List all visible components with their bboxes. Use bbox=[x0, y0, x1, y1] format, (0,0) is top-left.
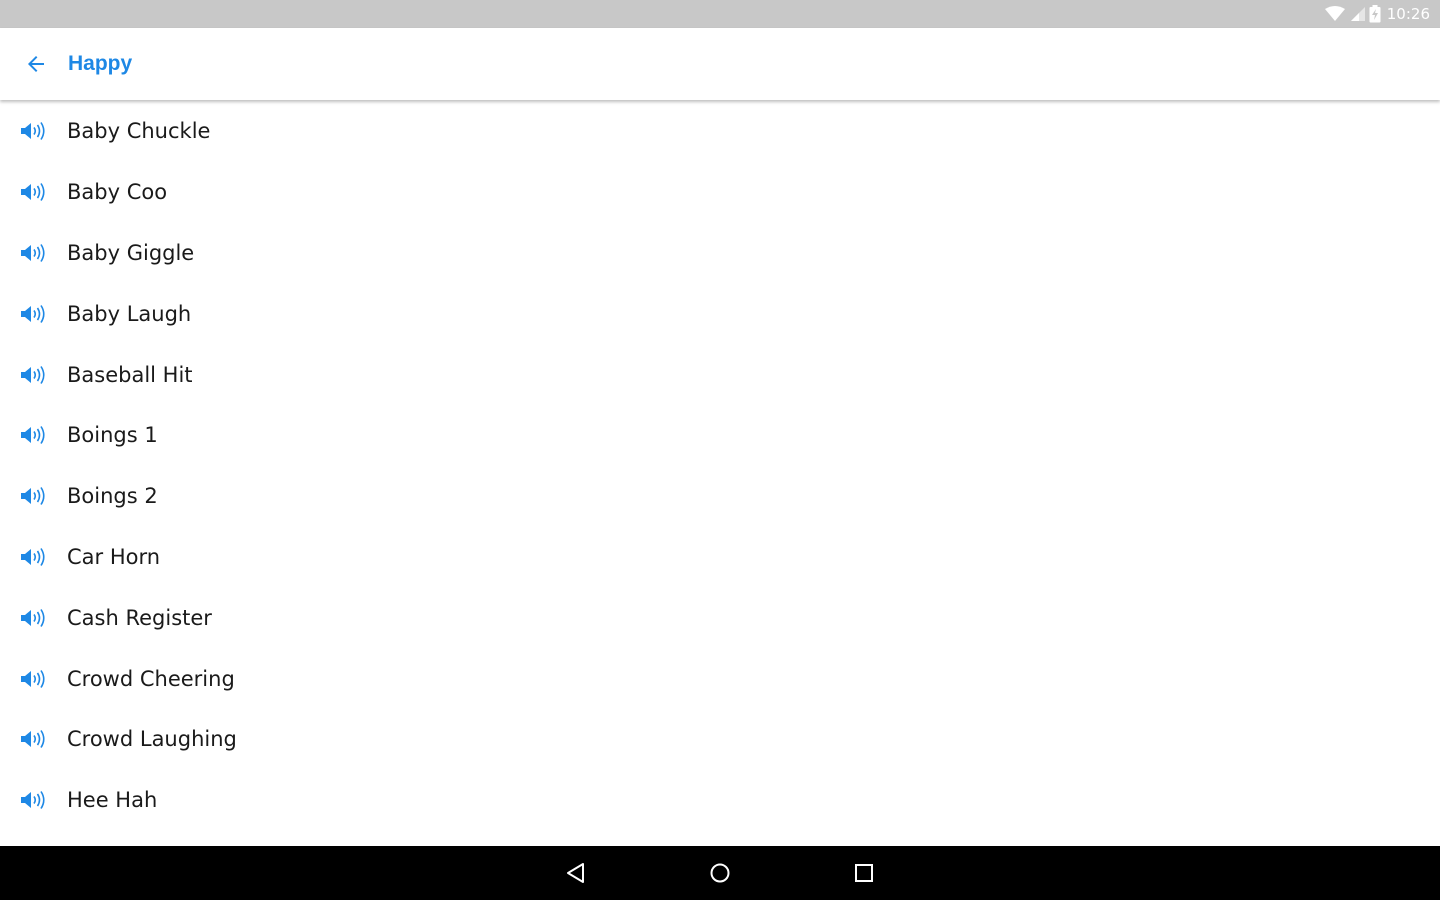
app-bar: Happy bbox=[0, 28, 1440, 100]
sound-label: Cash Register bbox=[67, 605, 212, 630]
signal-icon bbox=[1350, 7, 1365, 21]
sound-list-item[interactable]: Boings 2 bbox=[0, 466, 1440, 527]
speaker-icon[interactable] bbox=[20, 789, 50, 811]
sound-list-item[interactable]: Baby Coo bbox=[0, 162, 1440, 223]
sound-label: Crowd Laughing bbox=[67, 727, 237, 752]
speaker-icon[interactable] bbox=[20, 485, 50, 507]
status-icons bbox=[1324, 5, 1381, 23]
speaker-icon[interactable] bbox=[20, 120, 50, 142]
speaker-icon[interactable] bbox=[20, 546, 50, 568]
back-nav-icon bbox=[567, 863, 584, 883]
sound-list-item[interactable]: Boings 1 bbox=[0, 405, 1440, 466]
speaker-icon[interactable] bbox=[20, 181, 50, 203]
sound-list-item[interactable]: Baseball Hit bbox=[0, 344, 1440, 405]
sound-list-item[interactable]: Cash Register bbox=[0, 587, 1440, 648]
sound-label: Baby Coo bbox=[67, 180, 168, 205]
nav-back-button[interactable] bbox=[558, 855, 594, 891]
sound-label: Boings 1 bbox=[67, 423, 158, 448]
page-title: Happy bbox=[68, 52, 133, 75]
arrow-back-icon bbox=[28, 56, 44, 72]
sound-label: Baby Chuckle bbox=[67, 119, 211, 144]
home-nav-icon bbox=[710, 863, 730, 883]
speaker-icon[interactable] bbox=[20, 668, 50, 690]
speaker-icon[interactable] bbox=[20, 242, 50, 264]
recents-nav-icon bbox=[855, 864, 873, 882]
clock: 10:26 bbox=[1386, 5, 1430, 23]
sound-list-item[interactable]: Car Horn bbox=[0, 527, 1440, 588]
speaker-icon[interactable] bbox=[20, 728, 50, 750]
nav-home-button[interactable] bbox=[702, 855, 738, 891]
battery-charging-icon bbox=[1369, 5, 1381, 23]
sound-label: Car Horn bbox=[67, 544, 161, 569]
sound-label: Crowd Cheering bbox=[67, 666, 235, 691]
sound-label: Baby Giggle bbox=[67, 240, 195, 265]
navigation-bar bbox=[0, 846, 1440, 900]
sound-list-item[interactable]: Baby Giggle bbox=[0, 223, 1440, 284]
back-button[interactable] bbox=[12, 40, 60, 88]
sound-list: Baby Chuckle Baby Coo Baby Giggle Baby L… bbox=[0, 101, 1440, 846]
wifi-icon bbox=[1324, 6, 1345, 21]
speaker-icon[interactable] bbox=[20, 607, 50, 629]
sound-label: Baseball Hit bbox=[67, 362, 193, 387]
speaker-icon[interactable] bbox=[20, 424, 50, 446]
sound-list-item[interactable]: Baby Chuckle bbox=[0, 101, 1440, 162]
sound-list-item[interactable]: Crowd Cheering bbox=[0, 648, 1440, 709]
speaker-icon[interactable] bbox=[20, 303, 50, 325]
sound-list-item[interactable]: Baby Laugh bbox=[0, 283, 1440, 344]
sound-label: Hee Hah bbox=[67, 788, 158, 813]
sound-list-item[interactable]: Hee Hah bbox=[0, 770, 1440, 831]
nav-recents-button[interactable] bbox=[846, 855, 882, 891]
speaker-icon[interactable] bbox=[20, 364, 50, 386]
status-bar: 10:26 bbox=[0, 0, 1440, 28]
sound-label: Baby Laugh bbox=[67, 301, 192, 326]
sound-list-item[interactable]: Crowd Laughing bbox=[0, 709, 1440, 770]
sound-label: Boings 2 bbox=[67, 484, 158, 509]
